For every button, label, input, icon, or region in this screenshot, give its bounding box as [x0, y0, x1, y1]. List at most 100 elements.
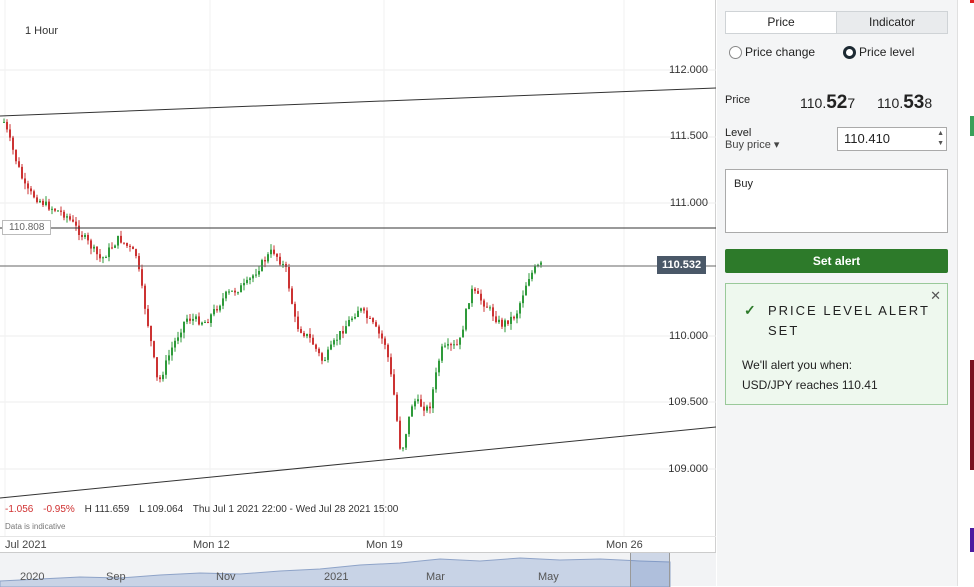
y-tick-label: 109.500 [668, 396, 708, 408]
radio-selected-icon[interactable] [843, 45, 857, 59]
chevron-down-icon[interactable]: ▼ [937, 139, 944, 149]
level-type-dropdown[interactable]: Buy price ▾ [725, 139, 779, 151]
confirmation-line: We'll alert you when: [742, 358, 853, 372]
candle-body [24, 178, 26, 184]
candle-body [102, 257, 104, 259]
y-tick-label: 111.000 [669, 197, 708, 209]
upper-trend-line[interactable] [0, 87, 716, 117]
clipped-element [970, 116, 974, 136]
radio-price-level[interactable]: Price level [843, 45, 914, 59]
check-icon: ✓ [744, 302, 756, 318]
y-tick-label: 109.000 [668, 463, 708, 475]
tab-indicator[interactable]: Indicator [837, 12, 947, 33]
alert-type-tabs: Price Indicator [725, 11, 948, 34]
alert-note-textarea[interactable]: Buy [725, 169, 948, 233]
candle-body [528, 279, 530, 286]
bid-price: 110.527 [800, 92, 855, 114]
candle-body [522, 295, 524, 304]
caret-down-icon: ▾ [773, 139, 780, 151]
navigator-label: Nov [216, 571, 236, 583]
candle-body [495, 316, 497, 323]
candle-body [48, 201, 50, 210]
candle-body [357, 310, 359, 317]
candle-body [423, 406, 425, 411]
candle-body [3, 121, 5, 123]
low-value: L 109.064 [139, 504, 184, 515]
timeframe-label[interactable]: 1 Hour [25, 25, 58, 37]
alert-level-tag: 110.808 [2, 220, 52, 235]
candle-body [354, 316, 356, 319]
candle-body [84, 234, 86, 237]
bid-fraction: 7 [847, 95, 856, 111]
x-axis-label: Mon 26 [606, 539, 643, 551]
lower-trend-line[interactable] [0, 426, 716, 499]
candle-body [81, 234, 83, 237]
candle-body [60, 210, 62, 212]
candle-body [462, 329, 464, 338]
radio-label: Price change [745, 45, 816, 59]
candle-body [174, 340, 176, 348]
radio-unselected-icon[interactable] [729, 45, 742, 59]
chevron-up-icon[interactable]: ▲ [937, 129, 944, 139]
candle-body [519, 303, 521, 314]
candle-body [459, 337, 461, 345]
alert-panel: Price Indicator Price change Price level… [717, 0, 957, 586]
candle-body [159, 377, 161, 380]
candle-body [426, 406, 428, 411]
candle-body [231, 290, 233, 292]
candle-body [30, 188, 32, 192]
candle-body [96, 246, 98, 255]
candle-body [243, 283, 245, 286]
level-label: Level [725, 127, 752, 139]
candle-body [375, 322, 377, 327]
candle-body [264, 260, 266, 262]
candle-body [204, 322, 206, 324]
candle-body [534, 266, 536, 273]
alert-confirmation: ✕ ✓ PRICE LEVEL ALERT SET We'll alert yo… [725, 283, 948, 405]
change-value: -1.056 [5, 504, 34, 515]
candle-body [345, 326, 347, 334]
candle-body [384, 338, 386, 345]
candle-body [321, 353, 323, 361]
candle-body [54, 208, 56, 211]
navigator-range-handle[interactable] [630, 553, 670, 587]
price-label: Price [725, 94, 751, 106]
radio-price-change[interactable]: Price change [729, 45, 815, 59]
confirmation-message: We'll alert you when: USD/JPY reaches 11… [742, 355, 878, 395]
candle-body [249, 278, 251, 280]
candle-body [150, 325, 152, 342]
candle-body [525, 285, 527, 296]
chart-stats: -1.056 -0.95% H 111.659 L 109.064 Thu Ju… [5, 504, 405, 515]
tab-price[interactable]: Price [726, 12, 837, 33]
candle-body [300, 329, 302, 333]
confirmation-line: USD/JPY reaches 110.41 [742, 378, 878, 392]
candle-body [348, 319, 350, 327]
candle-body [6, 121, 8, 130]
price-chart-area[interactable]: 1 Hour 112.000 111.500 111.000 110.000 1… [0, 0, 716, 587]
candle-body [507, 320, 509, 324]
x-axis-label: Jul 2021 [5, 539, 47, 551]
candle-body [165, 360, 167, 375]
candle-body [306, 333, 308, 337]
level-stepper[interactable]: ▲ ▼ [937, 129, 944, 149]
radio-label: Price level [859, 45, 915, 59]
chart-navigator[interactable]: 2020 Sep Nov 2021 Mar May [0, 552, 716, 587]
candle-body [438, 360, 440, 373]
candlestick-chart[interactable] [0, 0, 716, 536]
level-input[interactable]: 110.410 ▲ ▼ [837, 127, 947, 151]
candle-body [501, 319, 503, 327]
candle-body [93, 246, 95, 249]
candle-body [369, 317, 371, 319]
candle-body [153, 341, 155, 358]
candle-body [258, 270, 260, 275]
candle-body [270, 249, 272, 255]
candle-body [483, 300, 485, 307]
candle-body [201, 322, 203, 325]
level-type-label: Buy price [725, 139, 771, 151]
candle-body [225, 291, 227, 299]
y-tick-label: 111.500 [669, 130, 708, 142]
y-tick-label: 110.000 [669, 330, 708, 342]
candle-body [57, 210, 59, 212]
candle-body [246, 279, 248, 284]
set-alert-button[interactable]: Set alert [725, 249, 948, 273]
